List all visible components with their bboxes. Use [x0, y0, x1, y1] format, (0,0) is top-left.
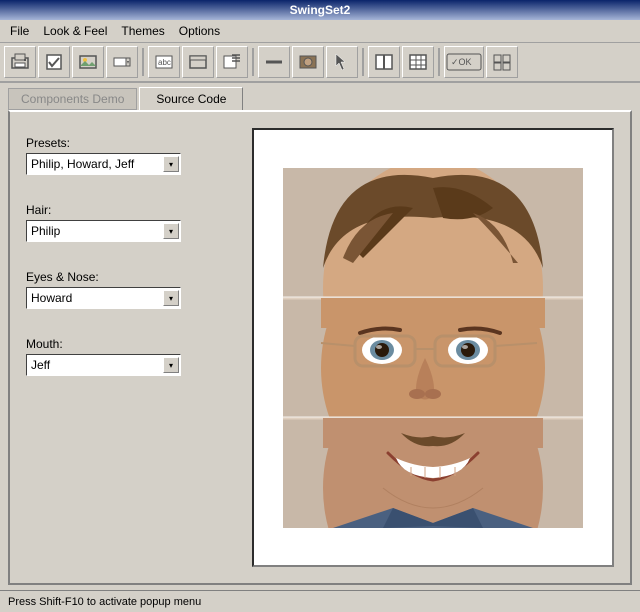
frame-button[interactable] [182, 46, 214, 78]
toolbar-separator-3 [362, 48, 364, 76]
eyes-select[interactable]: Philip Howard Jeff [26, 287, 181, 309]
status-bar: Press Shift-F10 to activate popup menu [0, 590, 640, 612]
tab-components-demo[interactable]: Components Demo [8, 88, 137, 110]
split-button[interactable] [368, 46, 400, 78]
left-panel: Presets: Philip, Howard, Jeff Jeff, Howa… [26, 128, 236, 567]
photo-button[interactable] [292, 46, 324, 78]
print-button[interactable] [4, 46, 36, 78]
image-button[interactable] [72, 46, 104, 78]
eyes-label: Eyes & Nose: [26, 270, 236, 284]
combo-button[interactable] [106, 46, 138, 78]
checkbox-button[interactable] [38, 46, 70, 78]
menu-themes[interactable]: Themes [115, 22, 170, 40]
toolbar: abc ✓OK [0, 43, 640, 83]
tab-area: Components Demo Source Code [0, 83, 640, 110]
hair-group: Hair: Philip Howard Jeff ▾ [26, 203, 236, 242]
mouth-label: Mouth: [26, 337, 236, 351]
info-button[interactable] [216, 46, 248, 78]
menu-look-feel[interactable]: Look & Feel [37, 22, 113, 40]
hair-label: Hair: [26, 203, 236, 217]
menu-file[interactable]: File [4, 22, 35, 40]
svg-text:abc: abc [158, 58, 171, 67]
presets-label: Presets: [26, 136, 236, 150]
mouth-group: Mouth: Philip Howard Jeff ▾ [26, 337, 236, 376]
misc-button[interactable] [486, 46, 518, 78]
tab-source-code[interactable]: Source Code [139, 87, 243, 110]
toolbar-separator-2 [252, 48, 254, 76]
menu-options[interactable]: Options [173, 22, 226, 40]
status-text: Press Shift-F10 to activate popup menu [8, 596, 201, 608]
window-title: SwingSet2 [290, 3, 351, 17]
toolbar-separator-4 [438, 48, 440, 76]
mouth-select[interactable]: Philip Howard Jeff [26, 354, 181, 376]
toolbar-separator-1 [142, 48, 144, 76]
cursor-button[interactable] [326, 46, 358, 78]
grid-button[interactable] [402, 46, 434, 78]
eyes-select-wrapper: Philip Howard Jeff ▾ [26, 287, 181, 309]
hair-select[interactable]: Philip Howard Jeff [26, 220, 181, 242]
text-button[interactable]: abc [148, 46, 180, 78]
ok-button[interactable]: ✓OK [444, 46, 484, 78]
line-button[interactable] [258, 46, 290, 78]
face-composite-image [283, 168, 583, 528]
title-bar: SwingSet2 [0, 0, 640, 20]
hair-select-wrapper: Philip Howard Jeff ▾ [26, 220, 181, 242]
presets-group: Presets: Philip, Howard, Jeff Jeff, Howa… [26, 136, 236, 175]
menu-bar: File Look & Feel Themes Options [0, 20, 640, 43]
face-image-panel [252, 128, 614, 567]
svg-text:✓OK: ✓OK [451, 57, 472, 67]
main-content: Presets: Philip, Howard, Jeff Jeff, Howa… [8, 110, 632, 585]
mouth-select-wrapper: Philip Howard Jeff ▾ [26, 354, 181, 376]
presets-select[interactable]: Philip, Howard, Jeff Jeff, Howard, Phili… [26, 153, 181, 175]
eyes-group: Eyes & Nose: Philip Howard Jeff ▾ [26, 270, 236, 309]
presets-select-wrapper: Philip, Howard, Jeff Jeff, Howard, Phili… [26, 153, 181, 175]
